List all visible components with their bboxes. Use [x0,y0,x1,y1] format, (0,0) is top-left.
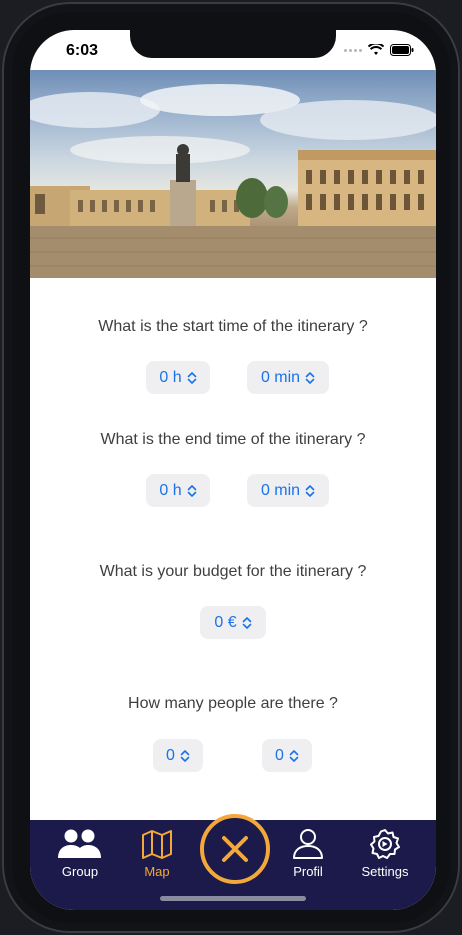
tab-profil-label: Profil [293,864,323,879]
phone-frame: 6:03 What is the start time of the itine… [2,2,460,933]
chevron-up-down-icon [187,371,196,384]
budget-picker[interactable]: 0 € [200,606,266,639]
hero-image-place-stanislas [30,70,436,278]
start-minutes-picker[interactable]: 0 min [247,361,329,394]
people-picker-a[interactable]: 0 [153,739,203,772]
tab-map-label: Map [144,864,170,879]
close-icon [222,836,248,862]
profile-icon [293,829,323,859]
end-minutes-picker[interactable]: 0 min [247,474,329,507]
tab-bar: Group Map Profil Settings [30,814,436,910]
tab-profil[interactable]: Profil [273,828,343,888]
start-hours-picker[interactable]: 0 h [146,361,210,394]
start-minutes-value: 0 min [260,368,301,386]
chevron-up-down-icon [180,749,190,762]
end-hours-value: 0 h [159,481,182,499]
tab-map[interactable]: Map [122,828,192,888]
question-start-time: What is the start time of the itinerary … [98,318,368,335]
tab-settings[interactable]: Settings [350,828,420,888]
question-budget: What is your budget for the itinerary ? [99,563,367,580]
end-hours-picker[interactable]: 0 h [146,474,210,507]
chevron-up-down-icon [305,371,315,384]
status-icons [344,44,414,56]
people-picker-b[interactable]: 0 [262,739,312,772]
center-close-button[interactable] [200,814,270,884]
end-minutes-value: 0 min [260,481,301,499]
people-value-b: 0 [275,746,284,764]
budget-value: 0 € [214,613,237,631]
signal-icon [344,48,362,52]
chevron-up-down-icon [289,749,299,762]
tab-settings-label: Settings [361,864,409,879]
tab-group[interactable]: Group [45,828,115,888]
wifi-icon [368,44,384,55]
map-icon [142,830,172,859]
home-indicator [160,896,306,901]
people-value-a: 0 [166,746,175,764]
notch [130,30,336,58]
tab-group-label: Group [61,864,99,879]
start-hours-value: 0 h [159,368,182,386]
status-time: 6:03 [66,42,99,59]
settings-icon [370,829,400,859]
chevron-up-down-icon [242,616,251,629]
question-end-time: What is the end time of the itinerary ? [100,431,366,448]
chevron-up-down-icon [187,484,196,497]
question-people: How many people are there ? [128,695,338,712]
chevron-up-down-icon [305,484,315,497]
app-screen: 6:03 What is the start time of the itine… [30,30,436,910]
battery-icon [390,44,414,56]
group-icon [58,829,101,858]
